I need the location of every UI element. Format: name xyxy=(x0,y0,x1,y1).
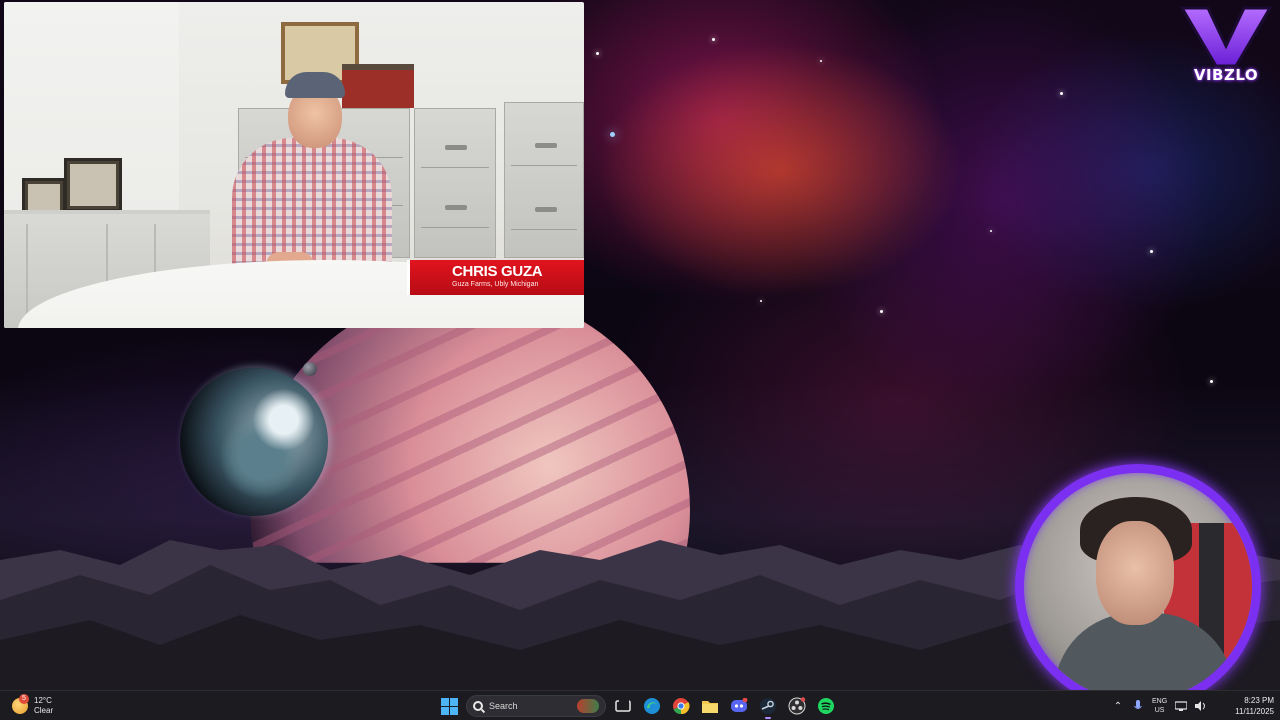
steam-icon[interactable] xyxy=(756,694,780,719)
weather-widget[interactable]: 5 12°C Clear xyxy=(12,694,53,718)
lower-third-name: CHRIS GUZA xyxy=(452,263,543,280)
region-code: US xyxy=(1154,707,1165,714)
filing-cabinet xyxy=(414,108,496,258)
clock-time: 8:23 PM xyxy=(1244,696,1274,705)
model-barn xyxy=(342,64,414,108)
video-player[interactable]: CHRIS GUZA Guza Farms, Ubly Michigan xyxy=(4,2,584,328)
picture-frame xyxy=(64,158,122,212)
windows-start-icon[interactable] xyxy=(437,694,461,718)
search-icon xyxy=(473,701,483,711)
vibzlo-logo: VIBZLO xyxy=(1178,4,1274,92)
task-view-icon[interactable] xyxy=(611,694,635,718)
folder-icon[interactable] xyxy=(698,694,722,718)
clock-date: 11/11/2025 xyxy=(1235,707,1274,716)
language-code: ENG xyxy=(1152,698,1168,705)
taskbar-apps: Search xyxy=(437,693,838,719)
system-tray: ⌃ ENG US xyxy=(1112,693,1207,719)
lower-third-banner: CHRIS GUZA Guza Farms, Ubly Michigan xyxy=(407,260,584,295)
weather-condition: Clear xyxy=(34,706,54,715)
weather-badge: 5 xyxy=(19,694,29,704)
earth-planet xyxy=(180,368,328,516)
search-placeholder: Search xyxy=(489,701,518,711)
network-icon[interactable] xyxy=(1175,700,1188,712)
discord-icon[interactable] xyxy=(727,694,751,718)
search-highlight-icon xyxy=(577,699,599,713)
taskbar-search[interactable]: Search xyxy=(466,695,606,717)
interviewee-cap xyxy=(285,72,345,98)
spotify-icon[interactable] xyxy=(814,694,838,718)
chrome-icon[interactable] xyxy=(669,694,693,718)
lower-third-subtitle: Guza Farms, Ubly Michigan xyxy=(452,281,539,288)
weather-moon-icon: 5 xyxy=(12,694,29,714)
vibzlo-logo-text: VIBZLO xyxy=(1193,66,1259,84)
volume-icon[interactable] xyxy=(1195,700,1207,712)
interviewee-body xyxy=(232,138,392,273)
webcam-overlay xyxy=(1015,464,1261,710)
filing-cabinet xyxy=(504,102,584,258)
edge-icon[interactable] xyxy=(640,694,664,718)
vibzlo-v-mark xyxy=(1179,6,1273,68)
chevron-up-icon[interactable]: ⌃ xyxy=(1112,700,1124,712)
language-indicator[interactable]: ENG US xyxy=(1152,697,1167,715)
taskbar-clock[interactable]: 8:23 PM 11/11/2025 xyxy=(1216,695,1274,717)
microphone-icon[interactable] xyxy=(1132,700,1144,712)
weather-temperature: 12°C xyxy=(34,696,52,705)
small-moon xyxy=(303,362,317,376)
obs-icon[interactable] xyxy=(785,694,809,718)
streamer-face xyxy=(1096,521,1174,625)
taskbar: 5 12°C Clear Search ⌃ ENG US 8:23 PM 11/… xyxy=(0,690,1280,720)
